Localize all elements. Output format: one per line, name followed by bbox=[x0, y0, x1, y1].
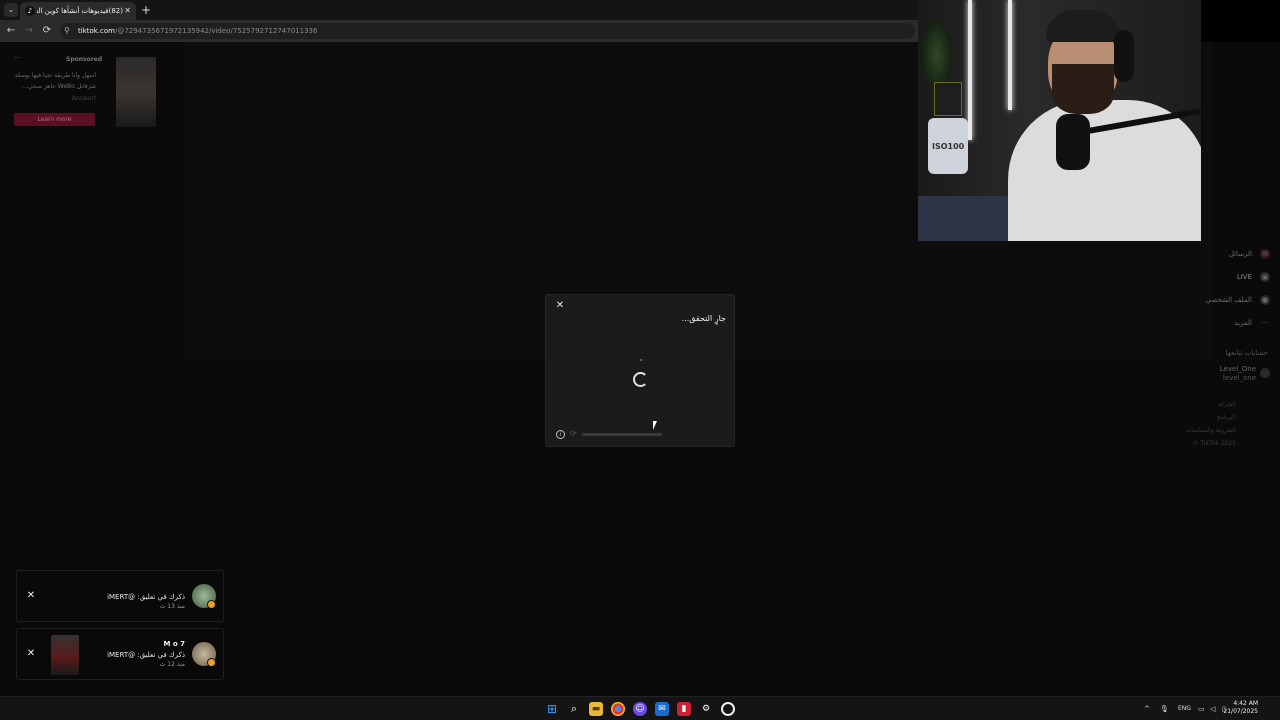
site-info-icon[interactable]: ⚲ bbox=[64, 25, 70, 37]
notification-video-thumbnail[interactable] bbox=[51, 635, 79, 675]
profile-avatar-icon: ● bbox=[1260, 295, 1270, 305]
notification-user-name: M o 7 bbox=[163, 640, 185, 648]
url-path: /@7294735671972135942/video/752579271274… bbox=[115, 27, 318, 35]
verification-modal: ✕ جارٍ التحقق... i ⟳ bbox=[545, 294, 735, 447]
tab-search-icon[interactable]: ⌄ bbox=[4, 3, 18, 17]
footer-terms[interactable]: الشروط والسياسات bbox=[1186, 427, 1236, 434]
mouse-cursor-icon bbox=[653, 421, 657, 430]
back-button[interactable]: ← bbox=[4, 24, 18, 38]
tab-close-icon[interactable]: ✕ bbox=[124, 5, 131, 17]
following-header: حسابات تتابعها bbox=[1225, 349, 1268, 357]
microphone-tray-icon[interactable]: 🎙 bbox=[1160, 703, 1169, 715]
notification-time: منذ 12 ث bbox=[159, 661, 185, 668]
search-icon[interactable]: ⌕ bbox=[567, 702, 581, 716]
ad-menu-icon[interactable]: ··· bbox=[14, 54, 21, 62]
system-clock[interactable]: 4:42 AM 21/07/2025 bbox=[1223, 700, 1258, 716]
sidebar-item-more[interactable]: المزيد bbox=[1234, 316, 1252, 330]
notification-toast[interactable]: ✕ M o 7 ذكرك في تعليق: @iMERT منذ 12 ث bbox=[16, 628, 224, 680]
volume-icon[interactable]: ◁ bbox=[1210, 703, 1215, 715]
ad-line-3: Account bbox=[71, 95, 96, 102]
browser-tab-strip: ⌄ ♪ (82)فيديوهات أنشأها كوين الحوت ✕ + bbox=[0, 0, 918, 20]
streamer-body bbox=[1008, 100, 1201, 241]
chrome-icon[interactable] bbox=[611, 702, 625, 716]
ad-line-1: أسهل وأنا طريقة تجيا فيها بوصلة bbox=[14, 72, 96, 79]
tub-label: ISO100 bbox=[932, 142, 965, 151]
notification-toast[interactable]: ✕ · ذكرك في تعليق: @iMERT منذ 13 ث bbox=[16, 570, 224, 622]
streamer-beard bbox=[1052, 64, 1114, 114]
file-explorer-icon[interactable]: ▬ bbox=[589, 702, 603, 716]
browser-toolbar: ← → ⟳ ⚲ tiktok.com/@7294735671972135942/… bbox=[0, 20, 918, 42]
steam-icon[interactable]: ⚙ bbox=[699, 702, 713, 716]
notification-time: منذ 13 ث bbox=[159, 603, 185, 610]
modal-close-icon[interactable]: ✕ bbox=[554, 300, 566, 312]
clock-time: 4:42 AM bbox=[1233, 700, 1258, 707]
footer-program[interactable]: البرنامج bbox=[1217, 414, 1236, 421]
verification-progress-bar bbox=[582, 433, 662, 436]
following-account-handle: level_one bbox=[1222, 374, 1256, 382]
ad-sponsored-label: Sponsored bbox=[66, 56, 103, 63]
new-tab-button[interactable]: + bbox=[141, 2, 151, 18]
footer-company[interactable]: الشركة bbox=[1218, 401, 1236, 408]
modal-dot bbox=[640, 359, 642, 361]
url-text: tiktok.com/@7294735671972135942/video/75… bbox=[78, 25, 317, 37]
language-indicator[interactable]: ENG bbox=[1178, 703, 1191, 715]
sidebar-item-messages[interactable]: الرسائل bbox=[1229, 247, 1252, 261]
url-host: tiktok.com bbox=[78, 27, 115, 35]
app-red-icon[interactable]: ▮ bbox=[677, 702, 691, 716]
led-light-strip bbox=[968, 0, 972, 140]
desk-shelf bbox=[918, 196, 1008, 241]
modal-title: جارٍ التحقق... bbox=[681, 314, 726, 323]
sidebar-item-profile[interactable]: الملف الشخصي bbox=[1205, 293, 1252, 307]
sponsored-ad[interactable]: ··· Sponsored أسهل وأنا طريقة تجيا فيها … bbox=[12, 54, 172, 134]
notification-close-icon[interactable]: ✕ bbox=[25, 590, 37, 602]
plant bbox=[922, 20, 952, 90]
notification-text: ذكرك في تعليق: @iMERT bbox=[107, 651, 185, 659]
refresh-icon[interactable]: ⟳ bbox=[570, 429, 577, 439]
info-icon[interactable]: i bbox=[556, 430, 565, 439]
obs-icon[interactable] bbox=[721, 702, 735, 716]
notification-text: ذكرك في تعليق: @iMERT bbox=[107, 593, 185, 601]
forward-button[interactable]: → bbox=[22, 24, 36, 38]
tiktok-favicon-icon: ♪ bbox=[25, 6, 35, 16]
notification-badge-icon bbox=[207, 658, 216, 667]
windows-taskbar: ⊞ ⌕ ▬ ☺ ✉ ▮ ⚙ ^ 🎙 ENG ▭ ◁ ▯ 4:42 AM 21/0… bbox=[0, 696, 1280, 720]
learn-more-button[interactable]: Learn more bbox=[14, 113, 95, 126]
live-icon: ▣ bbox=[1260, 272, 1270, 282]
tray-overflow-chevron-icon[interactable]: ^ bbox=[1144, 703, 1150, 715]
ad-thumbnail[interactable] bbox=[116, 57, 156, 127]
messenger-icon[interactable]: ☺ bbox=[633, 702, 647, 716]
browser-tab[interactable]: ♪ (82)فيديوهات أنشأها كوين الحوت ✕ bbox=[20, 2, 136, 20]
webcam-overlay: ISO100 bbox=[918, 0, 1201, 241]
sidebar-item-live[interactable]: LIVE bbox=[1237, 270, 1252, 284]
loading-spinner-icon bbox=[633, 372, 648, 387]
supplement-box bbox=[934, 82, 962, 116]
microphone bbox=[1056, 114, 1090, 170]
windows-start-icon[interactable]: ⊞ bbox=[545, 702, 559, 716]
reload-button[interactable]: ⟳ bbox=[40, 24, 54, 38]
address-bar[interactable]: ⚲ tiktok.com/@7294735671972135942/video/… bbox=[60, 23, 915, 39]
streamer-cap bbox=[1046, 10, 1120, 42]
outlook-icon[interactable]: ✉ bbox=[655, 702, 669, 716]
led-light-strip bbox=[1008, 0, 1012, 110]
notification-close-icon[interactable]: ✕ bbox=[25, 648, 37, 660]
notification-marker: · bbox=[181, 577, 183, 583]
more-icon: ··· bbox=[1261, 319, 1269, 327]
footer-copyright: TikTok 2025 © bbox=[1192, 440, 1236, 447]
messages-icon: ✉ bbox=[1260, 249, 1270, 259]
notification-badge-icon bbox=[207, 600, 216, 609]
account-avatar-icon bbox=[1260, 368, 1270, 378]
network-icon[interactable]: ▭ bbox=[1198, 703, 1205, 715]
headset bbox=[1114, 30, 1134, 82]
ad-line-2: شرقاتل WeBo جاهز صحي... bbox=[22, 83, 96, 90]
clock-date: 21/07/2025 bbox=[1223, 708, 1258, 715]
tab-title: (82)فيديوهات أنشأها كوين الحوت bbox=[37, 7, 123, 15]
